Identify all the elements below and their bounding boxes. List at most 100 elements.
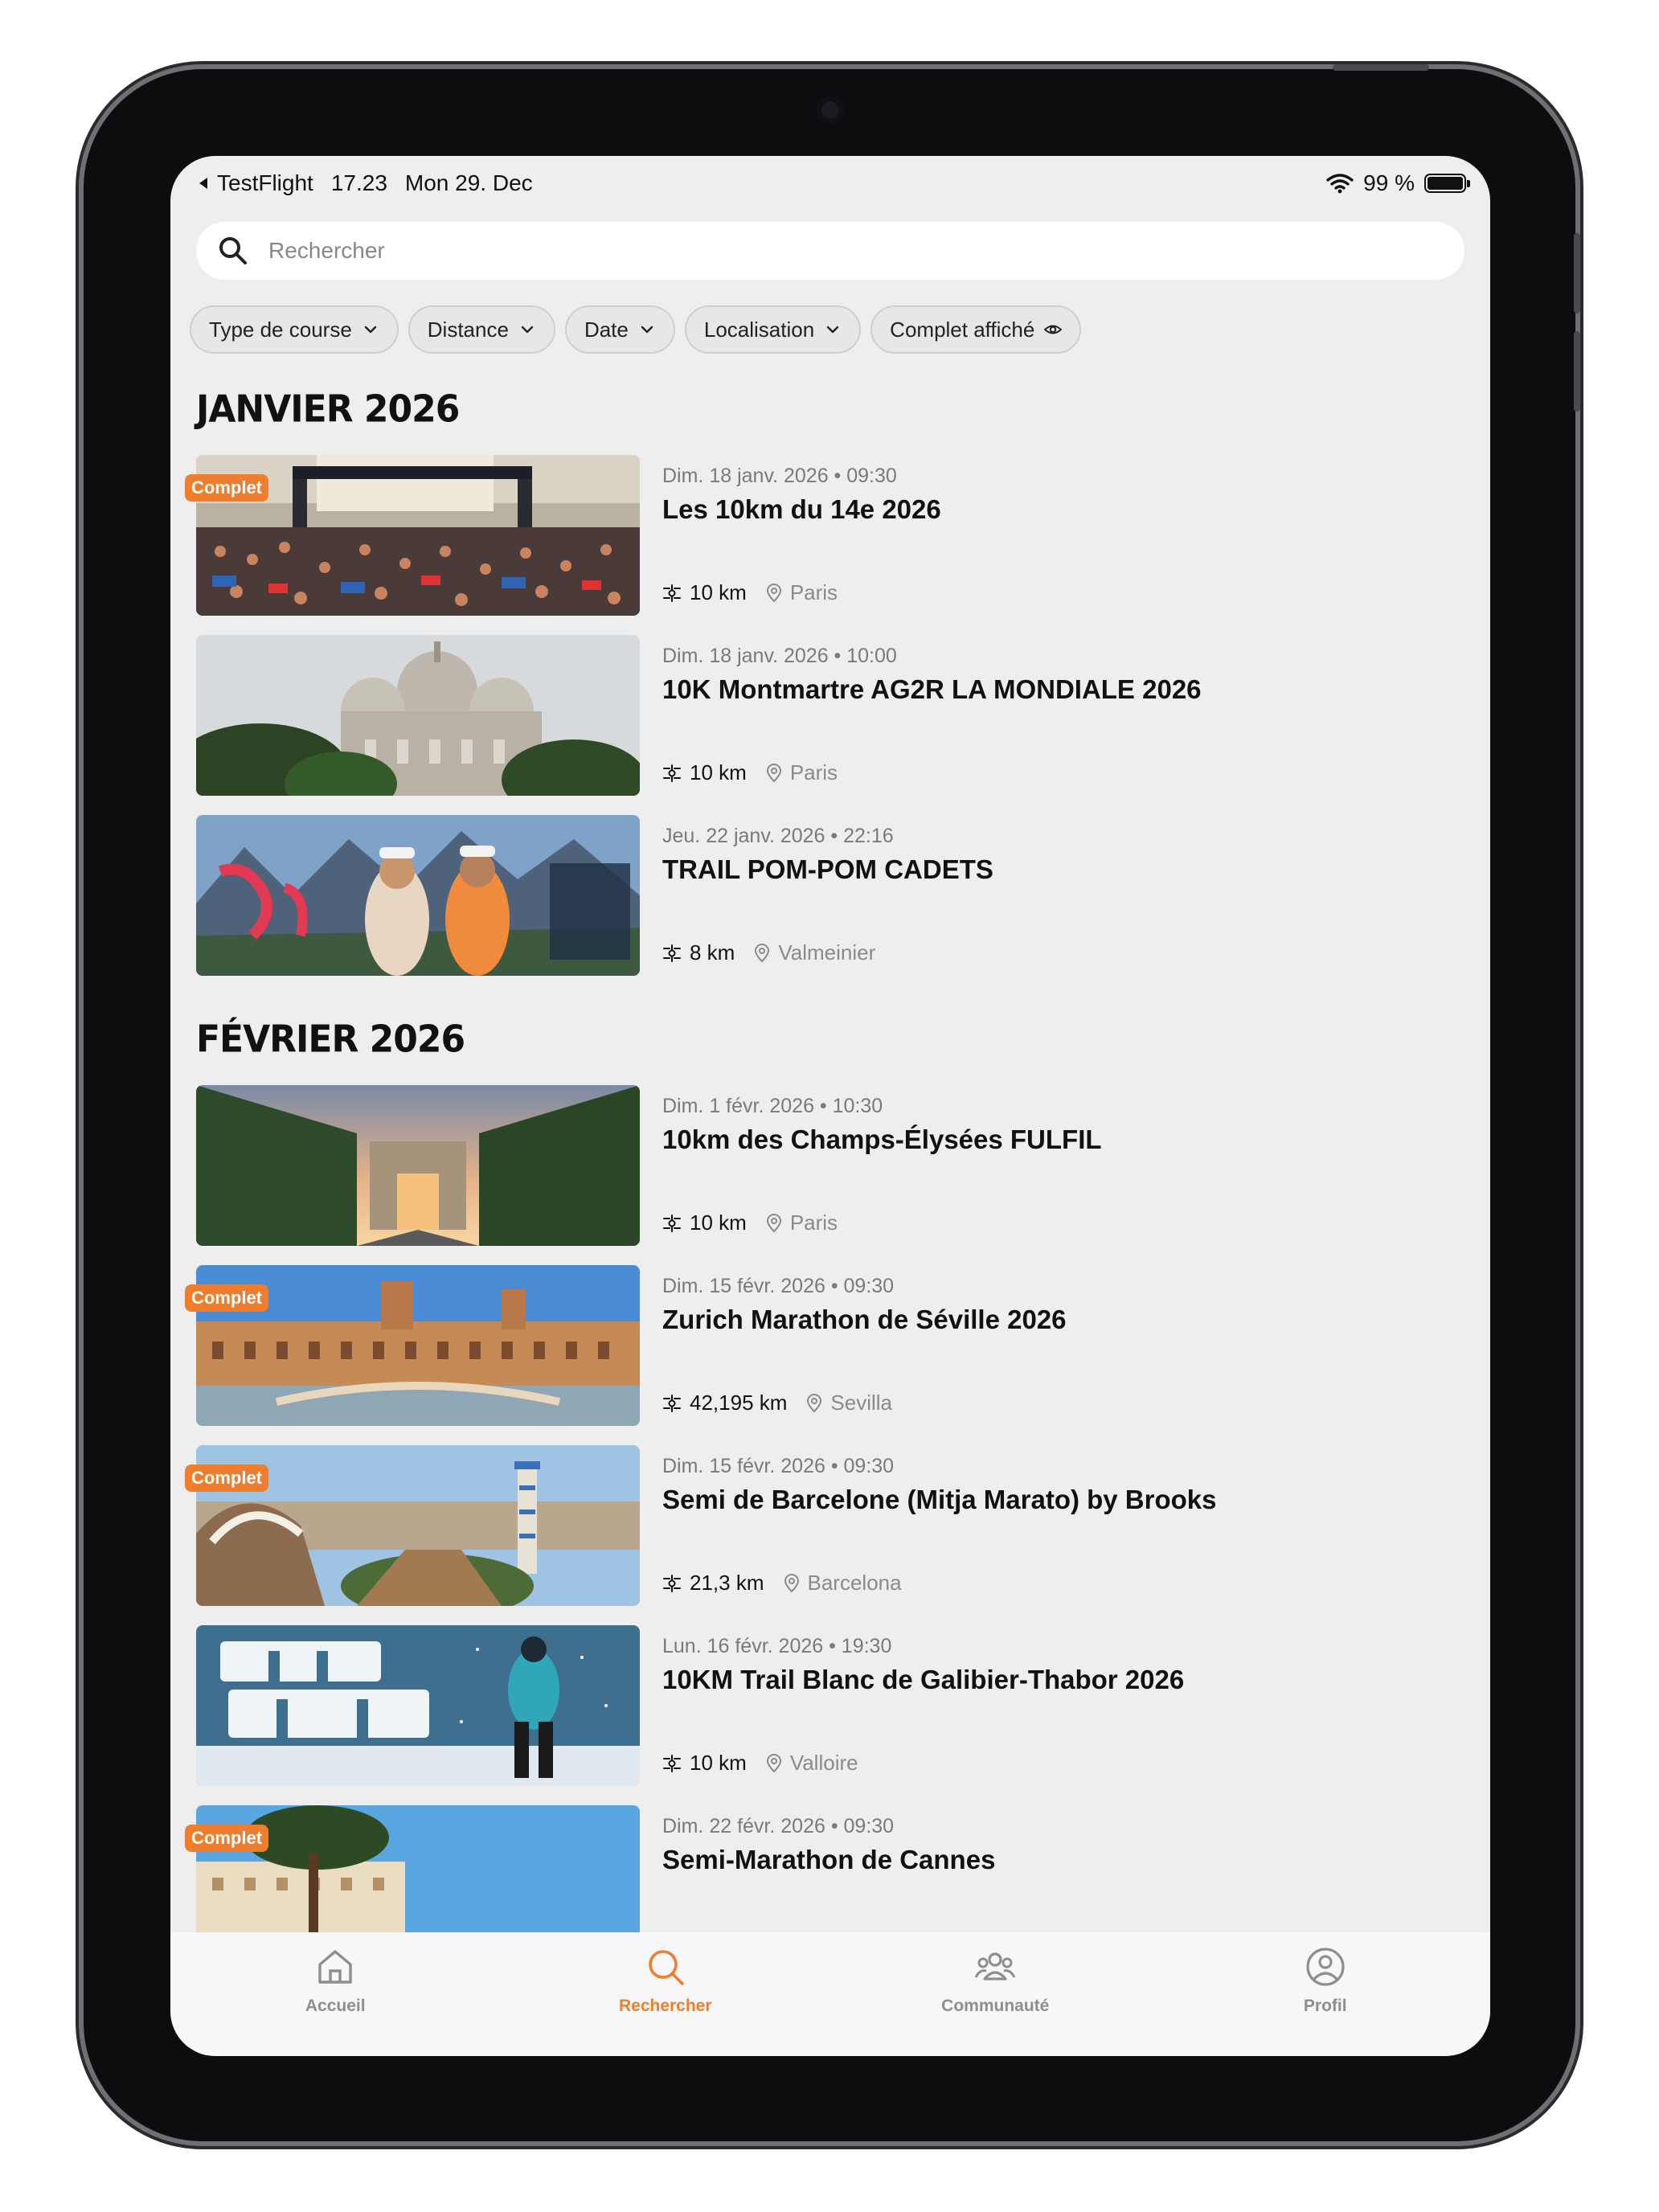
- battery-percent: 99 %: [1363, 170, 1415, 195]
- event-distance: 10 km: [690, 760, 747, 784]
- tab-label: Rechercher: [618, 1997, 712, 2015]
- event-image: [196, 635, 640, 796]
- event-distance: 21,3 km: [690, 1571, 764, 1595]
- tab-label: Accueil: [305, 1997, 366, 2015]
- tab-profil[interactable]: Profil: [1205, 1945, 1446, 2016]
- event-list: JANVIER 2026 Complet Dim. 18 janv. 2026 …: [185, 388, 1482, 1985]
- filter-distance[interactable]: Distance: [408, 305, 555, 354]
- location-pin-icon: [766, 583, 781, 602]
- location-pin-icon: [807, 1393, 822, 1412]
- location-pin-icon: [766, 763, 781, 782]
- running-distance-icon: [663, 764, 681, 782]
- running-distance-icon: [663, 1214, 681, 1232]
- running-distance-icon: [663, 584, 681, 602]
- event-date: Dim. 15 févr. 2026 • 09:30: [662, 1455, 895, 1477]
- event-title: 10KM Trail Blanc de Galibier-Thabor 2026: [662, 1665, 1185, 1694]
- filter-label: Type de course: [209, 317, 352, 342]
- complet-badge: Complet: [185, 474, 268, 502]
- event-card[interactable]: Complet Dim. 18 janv. 2026 • 09:30 Les 1…: [185, 455, 1482, 616]
- filter-label: Distance: [427, 317, 509, 342]
- chevron-down-icon: [521, 326, 534, 334]
- event-location: Barcelona: [807, 1571, 902, 1595]
- tab-bar: Accueil Rechercher Communauté Profil: [170, 1932, 1490, 2056]
- volume-down-button: [1574, 331, 1580, 412]
- chevron-down-icon: [826, 326, 839, 334]
- event-location: Paris: [789, 580, 838, 604]
- tab-communaute[interactable]: Communauté: [875, 1945, 1116, 2016]
- event-card[interactable]: Jeu. 22 janv. 2026 • 22:16 TRAIL POM-POM…: [196, 815, 1482, 976]
- event-distance: 42,195 km: [690, 1391, 788, 1415]
- event-title: Les 10km du 14e 2026: [662, 494, 941, 524]
- profile-icon: [1306, 1948, 1345, 1986]
- filter-label: Localisation: [703, 317, 815, 342]
- chevron-down-icon: [364, 326, 376, 334]
- filter-localisation[interactable]: Localisation: [684, 305, 862, 354]
- event-location: Valloire: [789, 1751, 858, 1775]
- back-to-app-link[interactable]: TestFlight: [196, 170, 313, 196]
- location-pin-icon: [766, 1753, 781, 1772]
- back-arrow-icon: [199, 178, 207, 189]
- event-distance: 10 km: [690, 1751, 747, 1775]
- community-icon: [974, 1952, 1016, 1981]
- running-distance-icon: [663, 944, 681, 962]
- front-camera: [817, 96, 844, 124]
- event-distance: 10 km: [690, 580, 747, 604]
- event-title: Zurich Marathon de Séville 2026: [662, 1305, 1067, 1334]
- event-location: Paris: [789, 760, 838, 784]
- complet-badge: Complet: [185, 1464, 268, 1492]
- tab-accueil[interactable]: Accueil: [215, 1945, 456, 2016]
- filter-bar: Type de course Distance Date Localisatio…: [190, 305, 1082, 354]
- back-app-label: TestFlight: [217, 170, 313, 195]
- status-time: 17.23: [330, 170, 387, 195]
- filter-label: Complet affiché: [890, 317, 1035, 342]
- filter-type-de-course[interactable]: Type de course: [190, 305, 399, 354]
- search-icon: [219, 237, 247, 264]
- running-distance-icon: [663, 1754, 681, 1772]
- event-date: Dim. 1 févr. 2026 • 10:30: [662, 1095, 883, 1117]
- event-date: Jeu. 22 janv. 2026 • 22:16: [662, 825, 894, 847]
- tab-label: Communauté: [941, 1997, 1050, 2015]
- event-title: TRAIL POM-POM CADETS: [662, 854, 993, 884]
- event-card[interactable]: Dim. 1 févr. 2026 • 10:30 10km des Champ…: [196, 1085, 1482, 1246]
- event-card[interactable]: Complet Dim. 15 févr. 2026 • 09:30 Zuric…: [185, 1265, 1482, 1426]
- event-date: Dim. 22 févr. 2026 • 09:30: [662, 1815, 895, 1837]
- tab-label: Profil: [1303, 1997, 1347, 2015]
- event-card[interactable]: Complet Dim. 15 févr. 2026 • 09:30 Semi …: [185, 1445, 1482, 1606]
- event-image: [196, 815, 640, 976]
- event-date: Dim. 15 févr. 2026 • 09:30: [662, 1275, 895, 1297]
- status-date: Mon 29. Dec: [404, 170, 533, 195]
- running-distance-icon: [663, 1574, 681, 1592]
- complet-badge: Complet: [185, 1825, 268, 1852]
- event-image: [196, 1625, 640, 1786]
- event-card[interactable]: Lun. 16 févr. 2026 • 19:30 10KM Trail Bl…: [196, 1625, 1482, 1786]
- location-pin-icon: [766, 1213, 781, 1232]
- event-card[interactable]: Dim. 18 janv. 2026 • 10:00 10K Montmartr…: [196, 635, 1482, 796]
- battery-icon: [1424, 174, 1470, 193]
- event-date: Dim. 18 janv. 2026 • 10:00: [662, 645, 897, 667]
- chevron-down-icon: [641, 326, 653, 334]
- event-title: Semi-Marathon de Cannes: [662, 1845, 996, 1874]
- event-distance: 8 km: [690, 940, 735, 965]
- event-location: Valmeinier: [778, 940, 876, 965]
- location-pin-icon: [755, 943, 770, 962]
- filter-date[interactable]: Date: [564, 305, 675, 354]
- event-image: [196, 1085, 640, 1246]
- home-icon: [318, 1950, 352, 1984]
- power-button: [1333, 64, 1429, 71]
- event-distance: 10 km: [690, 1210, 747, 1235]
- eye-icon: [1044, 325, 1063, 334]
- event-date: Lun. 16 févr. 2026 • 19:30: [662, 1635, 892, 1657]
- event-title: 10K Montmartre AG2R LA MONDIALE 2026: [662, 674, 1202, 704]
- search-input[interactable]: [268, 238, 1394, 264]
- volume-up-button: [1574, 233, 1580, 313]
- event-location: Paris: [789, 1210, 838, 1235]
- month-header: FÉVRIER 2026: [196, 1018, 465, 1062]
- search-bar[interactable]: [196, 222, 1464, 280]
- tab-rechercher[interactable]: Rechercher: [545, 1945, 786, 2016]
- search-icon: [648, 1950, 684, 1985]
- running-distance-icon: [663, 1394, 681, 1412]
- complet-badge: Complet: [185, 1284, 268, 1312]
- filter-complet-affiche[interactable]: Complet affiché: [870, 305, 1082, 354]
- event-date: Dim. 18 janv. 2026 • 09:30: [662, 465, 897, 487]
- event-location: Sevilla: [830, 1391, 892, 1415]
